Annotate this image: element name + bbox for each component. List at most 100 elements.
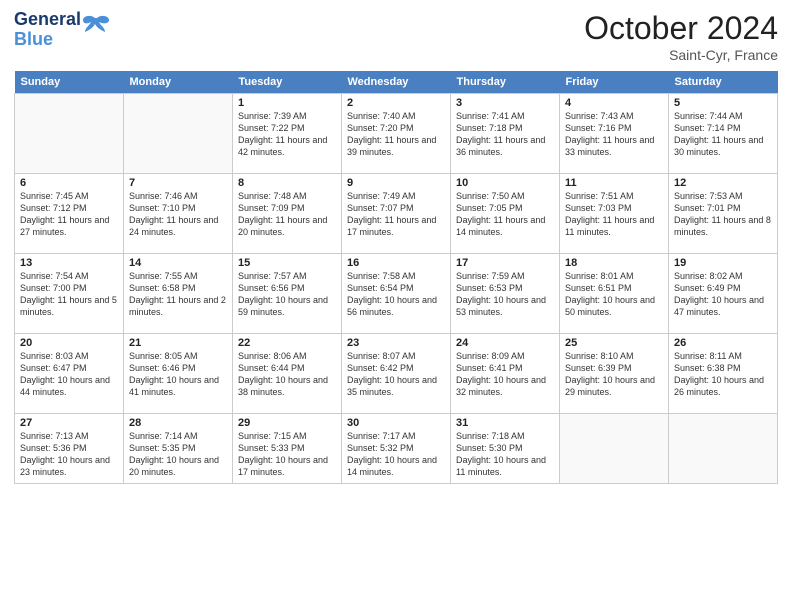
day-info: Sunrise: 7:17 AM Sunset: 5:32 PM Dayligh… [347,430,445,479]
weekday-header-sunday: Sunday [15,71,124,94]
day-number: 24 [456,337,554,349]
day-info: Sunrise: 7:57 AM Sunset: 6:56 PM Dayligh… [238,270,336,319]
day-info: Sunrise: 7:49 AM Sunset: 7:07 PM Dayligh… [347,190,445,239]
month-title: October 2024 [584,10,778,47]
day-info: Sunrise: 8:11 AM Sunset: 6:38 PM Dayligh… [674,350,772,399]
day-info: Sunrise: 7:53 AM Sunset: 7:01 PM Dayligh… [674,190,772,239]
calendar-cell: 8Sunrise: 7:48 AM Sunset: 7:09 PM Daylig… [233,174,342,254]
calendar-cell: 5Sunrise: 7:44 AM Sunset: 7:14 PM Daylig… [669,94,778,174]
day-number: 12 [674,177,772,189]
day-number: 1 [238,97,336,109]
day-number: 6 [20,177,118,189]
day-info: Sunrise: 8:01 AM Sunset: 6:51 PM Dayligh… [565,270,663,319]
calendar-table: SundayMondayTuesdayWednesdayThursdayFrid… [14,71,778,484]
calendar-cell: 29Sunrise: 7:15 AM Sunset: 5:33 PM Dayli… [233,414,342,484]
day-info: Sunrise: 8:10 AM Sunset: 6:39 PM Dayligh… [565,350,663,399]
calendar-cell: 22Sunrise: 8:06 AM Sunset: 6:44 PM Dayli… [233,334,342,414]
location: Saint-Cyr, France [584,47,778,63]
title-area: October 2024 Saint-Cyr, France [584,10,778,63]
logo-bird-icon [83,14,111,36]
week-row-4: 20Sunrise: 8:03 AM Sunset: 6:47 PM Dayli… [15,334,778,414]
calendar-cell: 10Sunrise: 7:50 AM Sunset: 7:05 PM Dayli… [451,174,560,254]
week-row-5: 27Sunrise: 7:13 AM Sunset: 5:36 PM Dayli… [15,414,778,484]
day-info: Sunrise: 8:09 AM Sunset: 6:41 PM Dayligh… [456,350,554,399]
calendar-cell: 7Sunrise: 7:46 AM Sunset: 7:10 PM Daylig… [124,174,233,254]
logo-text: General Blue [14,10,81,50]
weekday-header-saturday: Saturday [669,71,778,94]
day-number: 4 [565,97,663,109]
day-number: 9 [347,177,445,189]
calendar-cell: 21Sunrise: 8:05 AM Sunset: 6:46 PM Dayli… [124,334,233,414]
day-info: Sunrise: 7:51 AM Sunset: 7:03 PM Dayligh… [565,190,663,239]
day-number: 5 [674,97,772,109]
day-number: 28 [129,417,227,429]
day-number: 27 [20,417,118,429]
calendar-cell: 19Sunrise: 8:02 AM Sunset: 6:49 PM Dayli… [669,254,778,334]
day-info: Sunrise: 7:15 AM Sunset: 5:33 PM Dayligh… [238,430,336,479]
calendar-cell: 13Sunrise: 7:54 AM Sunset: 7:00 PM Dayli… [15,254,124,334]
calendar-cell: 4Sunrise: 7:43 AM Sunset: 7:16 PM Daylig… [560,94,669,174]
calendar-cell: 3Sunrise: 7:41 AM Sunset: 7:18 PM Daylig… [451,94,560,174]
week-row-2: 6Sunrise: 7:45 AM Sunset: 7:12 PM Daylig… [15,174,778,254]
day-number: 11 [565,177,663,189]
weekday-header-friday: Friday [560,71,669,94]
logo-blue: Blue [14,29,53,49]
day-info: Sunrise: 8:05 AM Sunset: 6:46 PM Dayligh… [129,350,227,399]
logo-general: General [14,9,81,29]
day-info: Sunrise: 7:54 AM Sunset: 7:00 PM Dayligh… [20,270,118,319]
day-number: 3 [456,97,554,109]
day-info: Sunrise: 7:41 AM Sunset: 7:18 PM Dayligh… [456,110,554,159]
calendar-cell: 26Sunrise: 8:11 AM Sunset: 6:38 PM Dayli… [669,334,778,414]
calendar-cell: 16Sunrise: 7:58 AM Sunset: 6:54 PM Dayli… [342,254,451,334]
day-info: Sunrise: 7:43 AM Sunset: 7:16 PM Dayligh… [565,110,663,159]
day-number: 21 [129,337,227,349]
day-number: 23 [347,337,445,349]
day-info: Sunrise: 7:46 AM Sunset: 7:10 PM Dayligh… [129,190,227,239]
day-info: Sunrise: 7:58 AM Sunset: 6:54 PM Dayligh… [347,270,445,319]
day-info: Sunrise: 7:55 AM Sunset: 6:58 PM Dayligh… [129,270,227,319]
day-info: Sunrise: 7:18 AM Sunset: 5:30 PM Dayligh… [456,430,554,479]
weekday-header-row: SundayMondayTuesdayWednesdayThursdayFrid… [15,71,778,94]
day-number: 25 [565,337,663,349]
day-number: 16 [347,257,445,269]
day-number: 29 [238,417,336,429]
weekday-header-thursday: Thursday [451,71,560,94]
calendar-cell: 25Sunrise: 8:10 AM Sunset: 6:39 PM Dayli… [560,334,669,414]
weekday-header-monday: Monday [124,71,233,94]
logo: General Blue [14,10,111,50]
week-row-1: 1Sunrise: 7:39 AM Sunset: 7:22 PM Daylig… [15,94,778,174]
day-number: 18 [565,257,663,269]
calendar-cell: 27Sunrise: 7:13 AM Sunset: 5:36 PM Dayli… [15,414,124,484]
weekday-header-tuesday: Tuesday [233,71,342,94]
calendar-cell: 14Sunrise: 7:55 AM Sunset: 6:58 PM Dayli… [124,254,233,334]
calendar-cell: 23Sunrise: 8:07 AM Sunset: 6:42 PM Dayli… [342,334,451,414]
calendar-cell: 18Sunrise: 8:01 AM Sunset: 6:51 PM Dayli… [560,254,669,334]
calendar-cell [560,414,669,484]
day-number: 31 [456,417,554,429]
calendar-cell: 28Sunrise: 7:14 AM Sunset: 5:35 PM Dayli… [124,414,233,484]
calendar-cell: 31Sunrise: 7:18 AM Sunset: 5:30 PM Dayli… [451,414,560,484]
day-number: 15 [238,257,336,269]
calendar-cell [669,414,778,484]
day-number: 7 [129,177,227,189]
day-number: 2 [347,97,445,109]
day-info: Sunrise: 8:02 AM Sunset: 6:49 PM Dayligh… [674,270,772,319]
calendar-cell: 9Sunrise: 7:49 AM Sunset: 7:07 PM Daylig… [342,174,451,254]
day-number: 8 [238,177,336,189]
day-info: Sunrise: 8:06 AM Sunset: 6:44 PM Dayligh… [238,350,336,399]
day-number: 17 [456,257,554,269]
calendar-cell: 17Sunrise: 7:59 AM Sunset: 6:53 PM Dayli… [451,254,560,334]
day-info: Sunrise: 7:44 AM Sunset: 7:14 PM Dayligh… [674,110,772,159]
day-info: Sunrise: 7:39 AM Sunset: 7:22 PM Dayligh… [238,110,336,159]
calendar-cell: 12Sunrise: 7:53 AM Sunset: 7:01 PM Dayli… [669,174,778,254]
calendar-cell: 15Sunrise: 7:57 AM Sunset: 6:56 PM Dayli… [233,254,342,334]
day-number: 13 [20,257,118,269]
calendar-cell: 1Sunrise: 7:39 AM Sunset: 7:22 PM Daylig… [233,94,342,174]
day-number: 10 [456,177,554,189]
calendar-cell: 11Sunrise: 7:51 AM Sunset: 7:03 PM Dayli… [560,174,669,254]
calendar-cell [124,94,233,174]
calendar-page: General Blue October 2024 Saint-Cyr, Fra… [0,0,792,612]
day-number: 14 [129,257,227,269]
weekday-header-wednesday: Wednesday [342,71,451,94]
calendar-cell: 2Sunrise: 7:40 AM Sunset: 7:20 PM Daylig… [342,94,451,174]
